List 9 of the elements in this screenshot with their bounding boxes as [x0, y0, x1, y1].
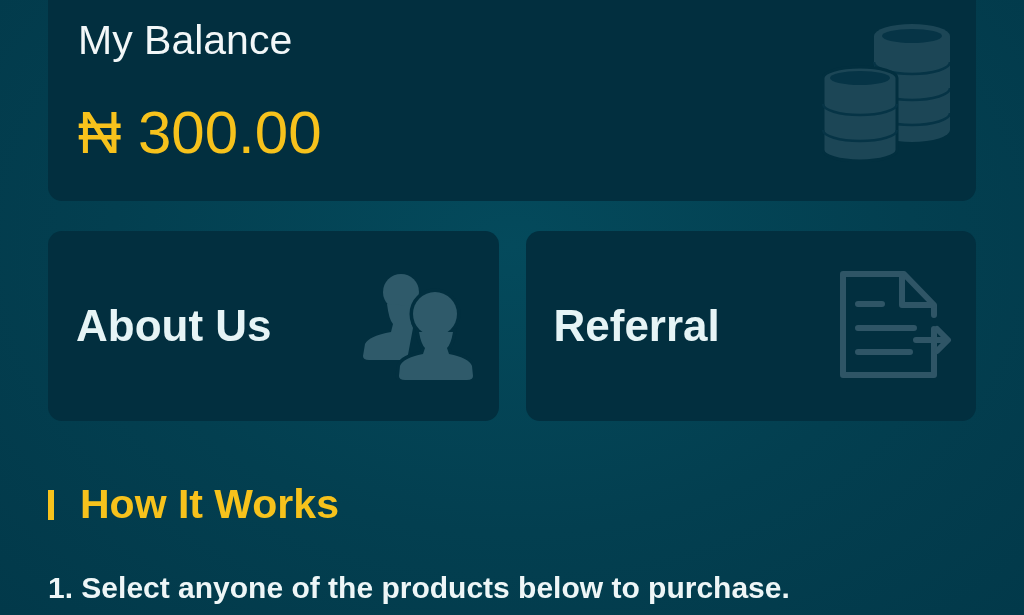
menu-tile[interactable]: About Us — [48, 231, 499, 421]
menu-tile[interactable]: Referral — [525, 231, 976, 421]
section-heading: How It Works — [80, 481, 339, 527]
step-text: 1. Select anyone of the products below to purchase. — [48, 571, 791, 605]
heading-bar-icon — [48, 490, 54, 520]
balance-title: My Balance — [78, 17, 294, 63]
people-icon — [362, 272, 473, 380]
document-arrow-icon — [840, 271, 952, 381]
balance-amount: ₦ 300.00 — [78, 101, 322, 165]
